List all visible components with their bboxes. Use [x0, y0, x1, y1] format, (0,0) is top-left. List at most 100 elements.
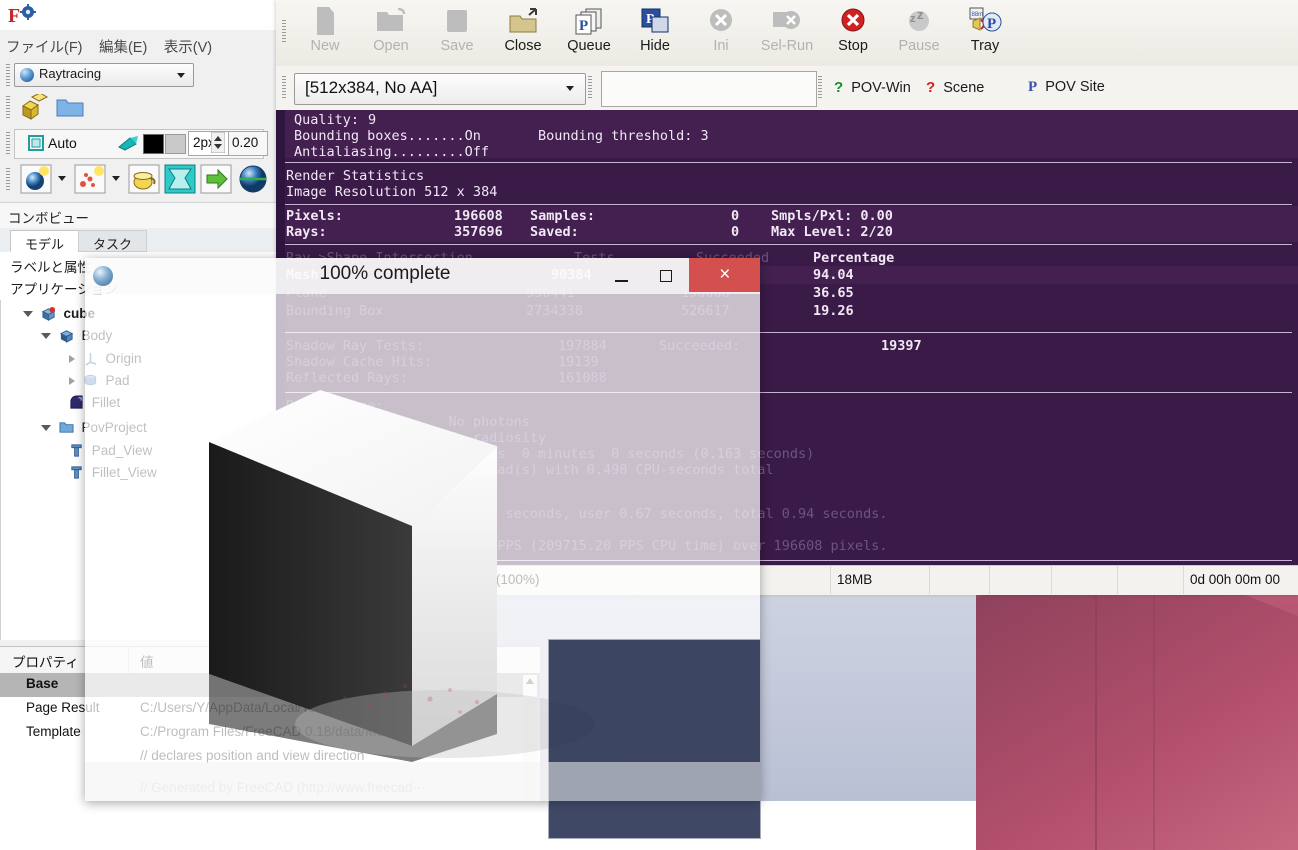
povray-pause-button[interactable]: z z Pause: [886, 4, 952, 62]
opacity-value: 0.20: [232, 135, 259, 150]
help-question-green-icon: ?: [834, 79, 844, 96]
menu-view[interactable]: 表示(V): [158, 36, 218, 57]
povray-close-label: Close: [504, 38, 542, 54]
insert-part-icon[interactable]: [74, 164, 106, 194]
povray-open-button[interactable]: Open: [358, 4, 424, 62]
svg-text:z: z: [910, 13, 916, 25]
combo-view-label: コンボビュー: [8, 211, 89, 226]
status-elapsed: 0d 00h 00m 00: [1190, 572, 1281, 587]
tab-task[interactable]: タスク: [78, 230, 148, 252]
console-quality: Quality: 9: [294, 112, 377, 128]
isect-row-percentage: 36.65: [813, 285, 854, 301]
expand-arrow-icon[interactable]: [41, 333, 51, 339]
open-folder-icon: [374, 6, 408, 36]
povray-hide-button[interactable]: P Hide: [622, 4, 688, 62]
console-saved-label: Saved:: [530, 224, 579, 240]
expand-arrow-icon[interactable]: [23, 311, 33, 317]
freecad-raytracing-toolbar-1: [0, 90, 276, 124]
toolbar-grip[interactable]: [282, 20, 286, 42]
dialog-body: [85, 294, 761, 839]
combo-view-tabs[interactable]: モデル タスク: [0, 228, 276, 253]
menu-edit[interactable]: 編集(E): [93, 36, 153, 57]
sel-run-icon: [770, 6, 804, 36]
view-icon: [71, 444, 82, 457]
svg-text:88m: 88m: [972, 12, 984, 18]
chevron-down-icon[interactable]: [566, 86, 574, 91]
collapse-arrow-icon[interactable]: [69, 377, 75, 385]
opacity-input[interactable]: 0.20: [228, 131, 268, 156]
queue-stack-icon: P: [572, 6, 606, 36]
svg-text:z: z: [917, 7, 924, 22]
povray-ini-button[interactable]: Ini: [688, 4, 754, 62]
svg-text:P: P: [579, 18, 588, 34]
raytracing-project-icon[interactable]: [20, 94, 48, 120]
menu-file[interactable]: ファイル(F): [0, 36, 89, 57]
toolbar-grip[interactable]: [588, 76, 592, 98]
ini-gear-icon: [704, 6, 738, 36]
toolbar-grip[interactable]: [6, 64, 10, 86]
link-pov-site[interactable]: P POV Site: [1028, 79, 1105, 96]
render-progress-dialog[interactable]: 100% complete ×: [85, 258, 761, 839]
command-input[interactable]: [601, 71, 817, 107]
povray-p-icon: P: [1028, 79, 1038, 95]
link-scene[interactable]: ? Scene: [926, 79, 984, 96]
povray-close-button[interactable]: Close: [490, 4, 556, 62]
povray-new-button[interactable]: New: [292, 4, 358, 62]
toolbar-grip[interactable]: [6, 132, 10, 154]
export-arrow-icon[interactable]: [200, 164, 232, 194]
light-dropdown-caret[interactable]: [58, 176, 66, 181]
povray-ini-label: Ini: [713, 38, 729, 54]
link-label: POV Site: [1045, 79, 1105, 95]
povray-queue-button[interactable]: P Queue: [556, 4, 622, 62]
render-pot-icon[interactable]: [128, 164, 160, 194]
console-bounding-boxes: Bounding boxes.......On: [294, 128, 481, 144]
dialog-sub-panel: [548, 639, 761, 839]
toolbar-grip[interactable]: [6, 96, 10, 118]
toolbar-grip[interactable]: [6, 168, 10, 190]
property-key: Template: [26, 724, 81, 739]
povray-tray-button[interactable]: 88m P Tray: [952, 4, 1018, 62]
toolbar-grip[interactable]: [818, 76, 822, 98]
console-bounding-threshold: Bounding threshold: 3: [538, 128, 709, 144]
povray-save-button[interactable]: Save: [424, 4, 490, 62]
toolbar-grip[interactable]: [282, 76, 286, 98]
insert-light-icon[interactable]: [20, 164, 52, 194]
tray-icon: 88m P: [968, 6, 1002, 36]
document-cube-icon: [41, 306, 55, 321]
povray-stop-label: Stop: [838, 38, 868, 54]
tab-model[interactable]: モデル: [10, 230, 80, 252]
resolution-select[interactable]: [512x384, No AA]: [294, 73, 586, 105]
status-memory-cell: 18MB: [831, 566, 930, 594]
freecad-menu-bar[interactable]: ファイル(F) 編集(E) 表示(V) ツール: [0, 36, 276, 77]
collapse-arrow-icon[interactable]: [69, 355, 75, 363]
close-x-icon[interactable]: ×: [689, 258, 760, 292]
save-icon: [440, 6, 474, 36]
povray-tray-label: Tray: [970, 38, 1000, 54]
auto-size-icon[interactable]: [26, 133, 46, 153]
fillet-icon: [70, 395, 83, 409]
dialog-bottom-strip: [85, 762, 760, 801]
part-dropdown-caret[interactable]: [112, 176, 120, 181]
console-saved-value: 0: [731, 224, 740, 240]
isect-row-percentage: 19.26: [813, 303, 854, 319]
povray-stop-button[interactable]: Stop: [820, 4, 886, 62]
foreground-color-swatch[interactable]: [143, 134, 164, 154]
hide-window-icon: P: [638, 6, 672, 36]
camera-frame-icon[interactable]: [164, 164, 196, 194]
maximize-icon[interactable]: [644, 258, 689, 294]
pause-zzz-icon: z z: [902, 6, 936, 36]
background-color-swatch[interactable]: [165, 134, 186, 154]
open-folder-icon[interactable]: [56, 96, 84, 118]
link-pov-win[interactable]: ? POV-Win: [834, 79, 911, 96]
spinner-updown-icon[interactable]: [211, 132, 225, 153]
globe-icon[interactable]: [238, 164, 268, 194]
povray-selrun-button[interactable]: Sel-Run: [754, 4, 820, 62]
minimize-icon[interactable]: [599, 258, 644, 294]
workbench-selector[interactable]: Raytracing: [14, 63, 194, 87]
chevron-down-icon[interactable]: [177, 73, 185, 78]
povray-selrun-label: Sel-Run: [760, 38, 814, 54]
tree-header-labels: ラベルと属性: [10, 260, 91, 275]
expand-arrow-icon[interactable]: [41, 425, 51, 431]
eyedropper-icon[interactable]: [118, 135, 140, 151]
dialog-title-bar[interactable]: 100% complete ×: [85, 258, 760, 294]
